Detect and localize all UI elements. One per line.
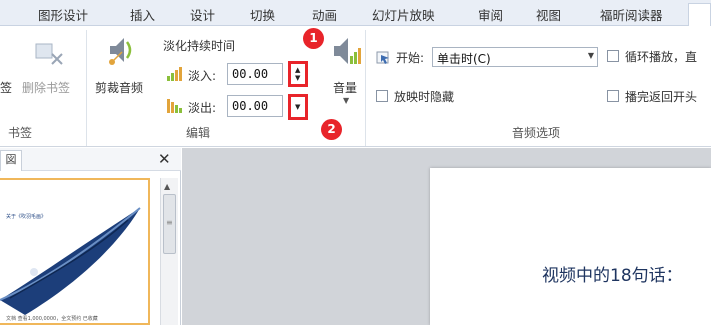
fade-out-input[interactable]: 00.00: [227, 95, 283, 117]
tab-active-partial[interactable]: [688, 3, 711, 26]
annotation-badge-1: 1: [303, 28, 324, 49]
loop-label: 循环播放，直: [625, 50, 698, 64]
group-divider: [365, 30, 366, 146]
hide-during-show-label: 放映时隐藏: [394, 90, 455, 104]
thumbnail-caption-bottom: 文档 查看1,000,0000，全文预约 已收藏: [6, 316, 98, 322]
spin-down-icon[interactable]: ▼: [295, 104, 300, 111]
tab-transitions[interactable]: 切换: [250, 5, 275, 24]
close-icon[interactable]: ✕: [158, 150, 171, 168]
hide-during-show-checkbox[interactable]: [376, 90, 388, 102]
slide-title[interactable]: 视频中的18句话：: [542, 261, 683, 286]
volume-button[interactable]: 音量: [333, 79, 357, 96]
delete-bookmark-icon: [30, 40, 66, 68]
ribbon: 签 删除书签 书签 剪裁音频 淡化持续时间 淡入: 00.00 ▲ ▼ 淡出: …: [0, 26, 711, 147]
start-label: 开始:: [396, 51, 425, 65]
fade-out-spinner[interactable]: ▼: [288, 94, 308, 120]
volume-dropdown-icon[interactable]: ▼: [343, 96, 349, 105]
spin-up-icon[interactable]: ▲: [295, 67, 300, 74]
chevron-down-icon[interactable]: ▼: [588, 51, 594, 60]
pane-tab[interactable]: 図: [0, 150, 22, 171]
delete-bookmark-button[interactable]: 删除书签: [22, 79, 70, 96]
scroll-up-icon[interactable]: ▲: [164, 182, 170, 191]
grip-icon: ≡: [166, 218, 173, 227]
vertical-scrollbar[interactable]: ▲ ≡: [160, 178, 178, 325]
edit-group-label: 编辑: [186, 126, 211, 140]
fade-duration-label: 淡化持续时间: [163, 39, 236, 53]
fade-out-label: 淡出:: [188, 101, 217, 115]
slides-pane: 図 ✕ 关于《吹羽毛画》 文档 查看1,000,0000，全文预约 已收藏 ▲ …: [0, 148, 181, 325]
start-select[interactable]: 单击时(C) ▼: [432, 47, 598, 67]
slide-thumbnail[interactable]: 关于《吹羽毛画》 文档 查看1,000,0000，全文预约 已收藏: [0, 178, 150, 325]
tab-design[interactable]: 设计: [190, 5, 215, 24]
feather-image: [0, 207, 141, 315]
annotation-badge-2: 2: [321, 119, 342, 140]
add-bookmark-button-label[interactable]: 签: [0, 79, 12, 96]
fade-in-label: 淡入:: [188, 69, 217, 83]
trim-audio-button[interactable]: 剪裁音频: [95, 79, 143, 96]
tab-insert[interactable]: 插入: [130, 5, 155, 24]
slide-canvas[interactable]: 视频中的18句话：: [430, 168, 711, 325]
fade-in-spinner[interactable]: ▲ ▼: [288, 61, 308, 87]
tab-foxit-reader[interactable]: 福昕阅读器: [600, 5, 663, 24]
tab-graphics-design[interactable]: 图形设计: [38, 5, 88, 24]
thumbnail-caption-top: 关于《吹羽毛画》: [6, 214, 47, 220]
tab-review[interactable]: 审阅: [478, 5, 503, 24]
slide-editor[interactable]: 视频中的18句话：: [182, 148, 711, 325]
group-divider: [86, 30, 87, 146]
start-icon: [376, 49, 392, 65]
scrollbar-thumb[interactable]: ≡: [163, 194, 176, 254]
loop-checkbox[interactable]: [607, 50, 619, 62]
trim-audio-icon: [102, 32, 138, 68]
tab-view[interactable]: 视图: [536, 5, 561, 24]
ribbon-tab-bar: 图形设计 插入 设计 切换 动画 幻灯片放映 审阅 视图 福昕阅读器: [0, 0, 711, 26]
volume-icon: [330, 34, 362, 70]
start-select-value: 单击时(C): [437, 52, 491, 66]
bookmark-group-label: 书签: [8, 126, 33, 140]
rewind-checkbox[interactable]: [607, 90, 619, 102]
rewind-label: 播完返回开头: [625, 90, 698, 104]
tab-animations[interactable]: 动画: [312, 5, 337, 24]
audio-options-group-label: 音频选项: [512, 126, 561, 140]
spin-down-icon[interactable]: ▼: [295, 75, 300, 82]
slides-pane-header: 図 ✕: [0, 148, 181, 171]
tab-slideshow[interactable]: 幻灯片放映: [372, 5, 435, 24]
fade-in-input[interactable]: 00.00: [227, 63, 283, 85]
fade-out-icon: [166, 98, 184, 114]
fade-in-icon: [166, 66, 184, 82]
